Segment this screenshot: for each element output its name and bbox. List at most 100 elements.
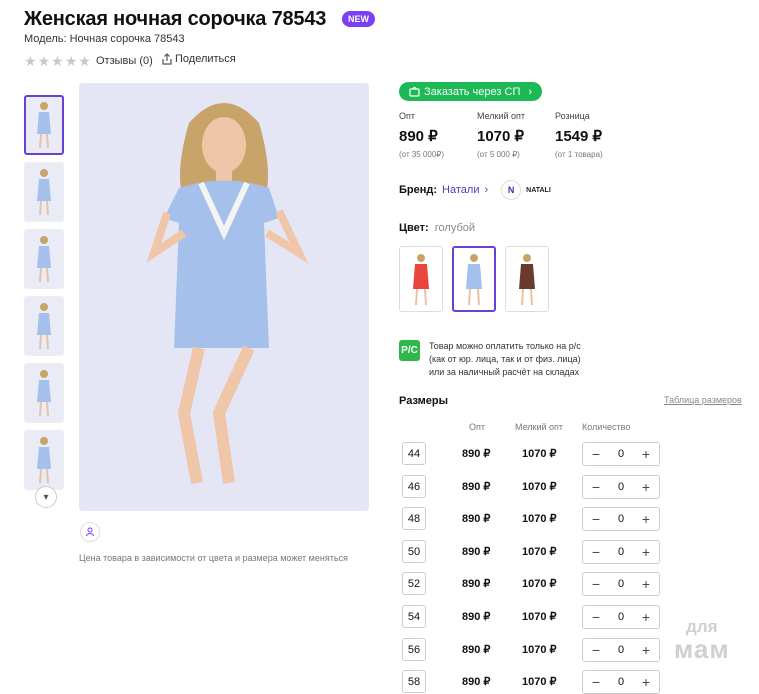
thumbnail[interactable] <box>24 296 64 356</box>
thumbnail[interactable] <box>24 229 64 289</box>
opt-price: 890 ₽ <box>462 644 491 656</box>
minus-icon[interactable]: − <box>589 642 603 658</box>
share-button[interactable]: Поделиться <box>162 53 236 65</box>
size-label: 50 <box>402 540 426 563</box>
payment-info: Р/С Товар можно оплатить только на р/с (… <box>399 340 581 379</box>
price-retail: Розница 1549 ₽ (от 1 товара) <box>555 111 633 159</box>
small-opt-price: 1070 ₽ <box>522 676 557 688</box>
opt-price: 890 ₽ <box>462 481 491 493</box>
price-value: 1070 ₽ <box>477 128 525 145</box>
rating-stars: ★ ★ ★ ★ ★ <box>24 54 91 68</box>
size-label: 58 <box>402 670 426 693</box>
size-row: 44 890 ₽ 1070 ₽ − 0 + <box>402 441 660 466</box>
opt-price: 890 ₽ <box>462 578 491 590</box>
quantity-value[interactable]: 0 <box>618 481 624 493</box>
minus-icon[interactable]: − <box>589 609 603 625</box>
minus-icon[interactable]: − <box>589 479 603 495</box>
small-opt-price: 1070 ₽ <box>522 448 557 460</box>
size-row: 56 890 ₽ 1070 ₽ − 0 + <box>402 637 660 662</box>
quantity-stepper[interactable]: − 0 + <box>582 441 660 466</box>
size-label: 44 <box>402 442 426 465</box>
plus-icon[interactable]: + <box>639 446 653 462</box>
color-swatch-red[interactable] <box>399 246 443 312</box>
quantity-value[interactable]: 0 <box>618 578 624 590</box>
size-label: 54 <box>402 605 426 628</box>
plus-icon[interactable]: + <box>639 511 653 527</box>
brand-label: Бренд: <box>399 184 438 196</box>
quantity-stepper[interactable]: − 0 + <box>582 604 660 629</box>
quantity-stepper[interactable]: − 0 + <box>582 571 660 596</box>
chevron-right-icon: › <box>528 85 533 98</box>
small-opt-price: 1070 ₽ <box>522 481 557 493</box>
quantity-stepper[interactable]: − 0 + <box>582 474 660 499</box>
opt-price: 890 ₽ <box>462 546 491 558</box>
size-table-link[interactable]: Таблица размеров <box>664 395 742 405</box>
thumbnail[interactable] <box>24 363 64 423</box>
model-text: Модель: Ночная сорочка 78543 <box>24 33 185 45</box>
small-opt-price: 1070 ₽ <box>522 578 557 590</box>
price-opt: Опт 890 ₽ (от 35 000₽) <box>399 111 477 159</box>
quantity-stepper[interactable]: − 0 + <box>582 637 660 662</box>
size-label: 46 <box>402 475 426 498</box>
main-product-photo[interactable] <box>79 83 369 511</box>
small-opt-price: 1070 ₽ <box>522 644 557 656</box>
plus-icon[interactable]: + <box>639 609 653 625</box>
payment-line: (как от юр. лица, так и от физ. лица) <box>429 354 581 364</box>
price-label: Розница <box>555 111 590 121</box>
reviews-link[interactable]: Отзывы (0) <box>96 55 153 67</box>
opt-price: 890 ₽ <box>462 676 491 688</box>
model-params-button[interactable] <box>80 522 100 542</box>
brand-logo[interactable]: N <box>501 180 522 200</box>
chevron-down-icon[interactable]: ▾ <box>35 486 57 508</box>
quantity-value[interactable]: 0 <box>618 676 624 688</box>
thumbnail-list <box>24 95 68 497</box>
color-swatches <box>399 246 549 312</box>
opt-price: 890 ₽ <box>462 611 491 623</box>
size-label: 52 <box>402 572 426 595</box>
plus-icon[interactable]: + <box>639 544 653 560</box>
thumbnail[interactable] <box>24 162 64 222</box>
quantity-value[interactable]: 0 <box>618 611 624 623</box>
thumbnail[interactable] <box>24 430 64 490</box>
brand-link[interactable]: Натали <box>442 184 479 196</box>
quantity-value[interactable]: 0 <box>618 644 624 656</box>
minus-icon[interactable]: − <box>589 544 603 560</box>
chevron-right-icon: › <box>484 184 489 196</box>
quantity-value[interactable]: 0 <box>618 448 624 460</box>
star-icon: ★ <box>51 53 64 69</box>
quantity-stepper[interactable]: − 0 + <box>582 506 660 531</box>
minus-icon[interactable]: − <box>589 446 603 462</box>
plus-icon[interactable]: + <box>639 479 653 495</box>
plus-icon[interactable]: + <box>639 576 653 592</box>
minus-icon[interactable]: − <box>589 511 603 527</box>
star-icon: ★ <box>37 53 51 69</box>
minus-icon[interactable]: − <box>589 576 603 592</box>
price-label: Опт <box>399 111 415 121</box>
size-row: 48 890 ₽ 1070 ₽ − 0 + <box>402 506 660 531</box>
quantity-value[interactable]: 0 <box>618 513 624 525</box>
color-swatch-brown[interactable] <box>505 246 549 312</box>
color-value: голубой <box>434 222 476 234</box>
share-label: Поделиться <box>175 53 236 65</box>
opt-price: 890 ₽ <box>462 513 491 525</box>
thumbnail[interactable] <box>24 95 64 155</box>
quantity-stepper[interactable]: − 0 + <box>582 539 660 564</box>
price-small-opt: Мелкий опт 1070 ₽ (от 5 000 ₽) <box>477 111 555 159</box>
order-sp-label: Заказать через СП <box>424 85 521 98</box>
price-value: 890 ₽ <box>399 128 438 145</box>
price-condition: (от 1 товара) <box>555 150 603 159</box>
plus-icon[interactable]: + <box>639 674 653 690</box>
quantity-stepper[interactable]: − 0 + <box>582 669 660 694</box>
size-row: 50 890 ₽ 1070 ₽ − 0 + <box>402 539 660 564</box>
payment-text: Товар можно оплатить только на р/с (как … <box>429 340 581 379</box>
sizes-title: Размеры <box>399 395 449 407</box>
size-label: 48 <box>402 507 426 530</box>
minus-icon[interactable]: − <box>589 674 603 690</box>
plus-icon[interactable]: + <box>639 642 653 658</box>
star-icon: ★ <box>78 53 91 69</box>
quantity-value[interactable]: 0 <box>618 546 624 558</box>
header-small-opt: Мелкий опт <box>515 422 564 432</box>
order-sp-button[interactable]: Заказать через СП › <box>399 82 542 101</box>
color-swatch-blue[interactable] <box>452 246 496 312</box>
brand-logo-text: NATALI <box>526 186 551 194</box>
